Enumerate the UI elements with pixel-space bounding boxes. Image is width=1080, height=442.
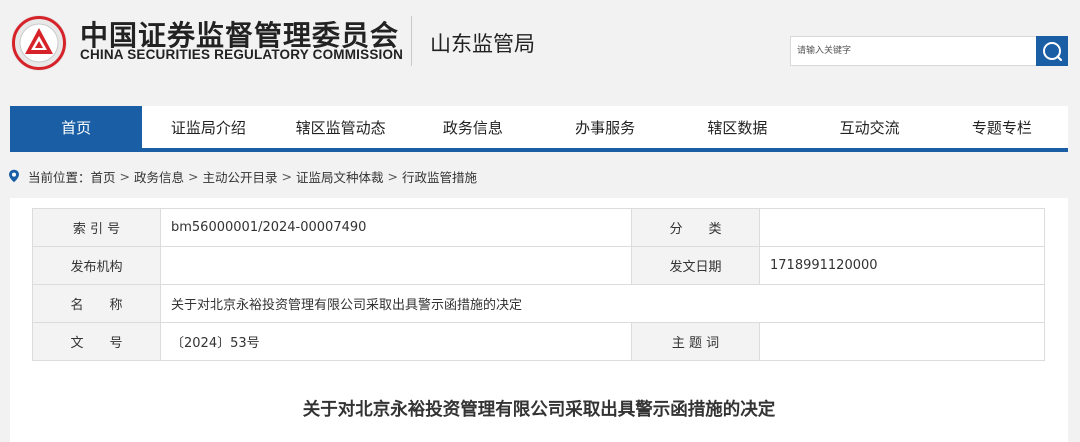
publisher-label: 发布机构 (32, 246, 161, 285)
index-label: 索 引 号 (32, 208, 161, 247)
breadcrumb-prefix: 当前位置： (28, 169, 91, 185)
table-row: 索 引 号 bm56000001/2024-00007490 分 类 (32, 208, 1045, 247)
breadcrumb-public-catalog[interactable]: 主动公开目录 (203, 167, 278, 186)
keywords-label: 主 题 词 (631, 322, 760, 361)
main-nav: 首页 证监局介绍 辖区监管动态 政务信息 办事服务 辖区数据 互动交流 专题专栏 (10, 106, 1068, 152)
nav-item-services[interactable]: 办事服务 (539, 106, 671, 148)
nav-item-gov-info[interactable]: 政务信息 (407, 106, 539, 148)
docno-label: 文 号 (32, 322, 161, 361)
breadcrumb-admin-measures[interactable]: 行政监管措施 (402, 167, 477, 186)
breadcrumb-doc-types[interactable]: 证监局文种体裁 (296, 167, 384, 186)
name-label: 名 称 (32, 284, 161, 323)
category-value (759, 208, 1045, 247)
table-row: 文 号 〔2024〕53号 主 题 词 (32, 322, 1045, 361)
index-value: bm56000001/2024-00007490 (160, 208, 632, 247)
content-panel: 索 引 号 bm56000001/2024-00007490 分 类 发布机构 … (10, 198, 1068, 442)
date-value: 1718991120000 (759, 246, 1045, 285)
publisher-value (160, 246, 632, 285)
table-row: 名 称 关于对北京永裕投资管理有限公司采取出具警示函措施的决定 (32, 284, 1045, 323)
search-input[interactable] (791, 37, 1036, 65)
nav-item-regional-data[interactable]: 辖区数据 (671, 106, 803, 148)
search-box (790, 36, 1036, 66)
bureau-name: 山东监管局 (430, 32, 535, 56)
table-row: 发布机构 发文日期 1718991120000 (32, 246, 1045, 285)
breadcrumb-separator: > (188, 168, 199, 184)
breadcrumb-separator: > (387, 168, 399, 184)
search-button[interactable] (1036, 36, 1068, 66)
keywords-value (759, 322, 1045, 361)
nav-item-regulatory-news[interactable]: 辖区监管动态 (275, 106, 407, 148)
breadcrumb-gov-info[interactable]: 政务信息 (134, 167, 184, 186)
document-title: 关于对北京永裕投资管理有限公司采取出具警示函措施的决定 (302, 400, 776, 420)
header-divider (411, 16, 412, 66)
date-label: 发文日期 (631, 246, 760, 285)
search-icon (1043, 42, 1063, 62)
location-pin-icon (8, 169, 20, 183)
category-label: 分 类 (631, 208, 760, 247)
document-info-table: 索 引 号 bm56000001/2024-00007490 分 类 发布机构 … (32, 208, 1045, 361)
breadcrumb: 当前位置： 首页 > 政务信息 > 主动公开目录 > 证监局文种体裁 > 行政监… (8, 166, 477, 186)
csrc-logo-icon[interactable] (10, 14, 68, 72)
nav-item-home[interactable]: 首页 (10, 106, 143, 148)
site-header: 中国证券监督管理委员会 CHINA SECURITIES REGULATORY … (0, 0, 1080, 100)
nav-item-interaction[interactable]: 互动交流 (804, 106, 936, 148)
breadcrumb-home[interactable]: 首页 (91, 167, 116, 186)
docno-value: 〔2024〕53号 (160, 322, 632, 361)
nav-item-bureau-intro[interactable]: 证监局介绍 (142, 106, 274, 148)
org-name-en[interactable]: CHINA SECURITIES REGULATORY COMMISSION (80, 47, 403, 62)
nav-item-special-topics[interactable]: 专题专栏 (936, 106, 1068, 148)
name-value: 关于对北京永裕投资管理有限公司采取出具警示函措施的决定 (160, 284, 1045, 323)
breadcrumb-separator: > (281, 168, 293, 184)
breadcrumb-separator: > (119, 168, 131, 184)
